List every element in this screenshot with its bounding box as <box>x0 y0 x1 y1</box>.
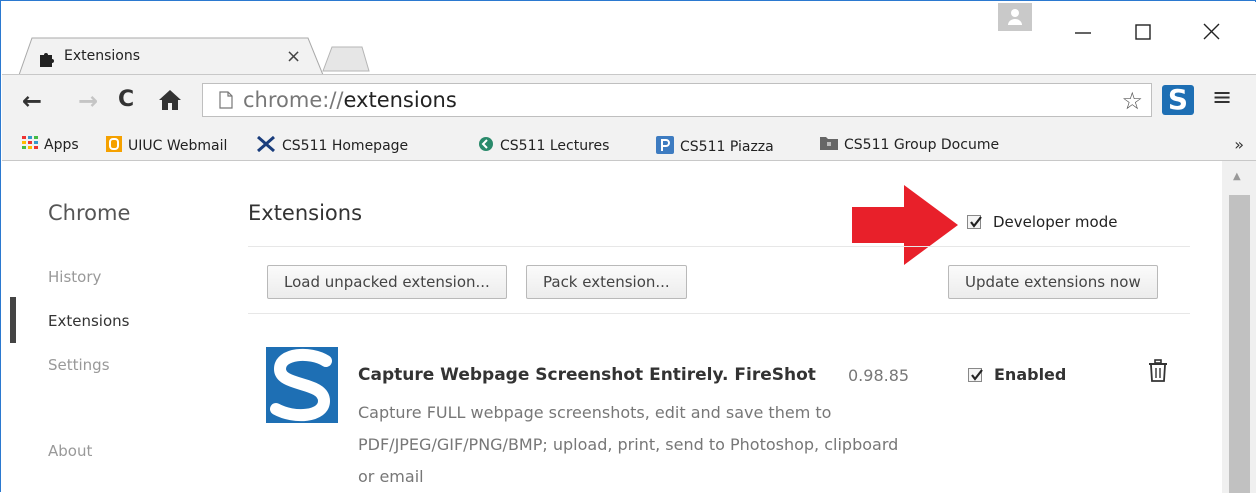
developer-mode-toggle[interactable]: Developer mode <box>967 213 1117 231</box>
chrome-menu-icon[interactable]: ≡ <box>1212 83 1232 111</box>
load-unpacked-button[interactable]: Load unpacked extension... <box>267 265 507 299</box>
bookmark-cs511-lectures[interactable]: CS511 Lectures <box>478 136 609 156</box>
bookmark-cs511-homepage[interactable]: CS511 Homepage <box>256 135 408 156</box>
page-icon <box>219 91 233 113</box>
trash-icon[interactable] <box>1148 359 1168 387</box>
scroll-thumb[interactable] <box>1229 195 1250 493</box>
apps-grid-icon <box>22 136 38 154</box>
new-tab-button[interactable] <box>322 46 370 72</box>
address-bar[interactable]: chrome://extensions ☆ <box>202 83 1152 117</box>
sidebar-item-about[interactable]: About <box>48 442 92 460</box>
tab-extensions[interactable]: Extensions × <box>18 37 324 75</box>
red-arrow-annotation <box>852 185 962 269</box>
extension-enabled-label: Enabled <box>994 365 1067 384</box>
extensions-page: Chrome History Extensions Settings About… <box>2 161 1222 493</box>
fireshot-extension-icon[interactable]: S <box>1162 85 1194 115</box>
extension-name: Capture Webpage Screenshot Entirely. Fir… <box>358 365 816 385</box>
tab-title: Extensions <box>64 48 141 64</box>
developer-mode-label: Developer mode <box>993 213 1118 231</box>
close-window-button[interactable] <box>1188 10 1234 42</box>
sidebar-active-marker <box>10 297 16 343</box>
scroll-up-icon[interactable]: ▲ <box>1233 171 1241 182</box>
bookmark-apps[interactable]: Apps <box>22 136 79 154</box>
home-icon[interactable] <box>158 89 182 117</box>
tab-close-icon[interactable]: × <box>286 46 301 67</box>
page-scrollbar[interactable]: ▲ <box>1222 161 1256 493</box>
bookmark-uiuc-webmail[interactable]: UIUC Webmail <box>106 136 227 156</box>
pack-extension-button[interactable]: Pack extension... <box>526 265 687 299</box>
extension-description: Capture FULL webpage screenshots, edit a… <box>358 403 899 486</box>
developer-mode-checkbox[interactable] <box>967 215 982 229</box>
maximize-button[interactable] <box>1120 10 1166 42</box>
scissors-icon <box>256 135 276 156</box>
page-title: Extensions <box>248 201 363 225</box>
folder-icon <box>820 136 838 154</box>
extension-version: 0.98.85 <box>848 366 910 385</box>
bookmark-cs511-piazza[interactable]: CS511 Piazza <box>656 136 774 158</box>
sidebar-item-extensions[interactable]: Extensions <box>48 312 129 330</box>
sidebar-title: Chrome <box>48 201 131 225</box>
divider <box>248 246 1190 247</box>
minimize-button[interactable] <box>1060 10 1106 42</box>
forward-arrow-icon[interactable]: → <box>78 87 98 115</box>
browser-toolbar: ← → C chrome://extensions ☆ S ≡ <box>2 74 1256 133</box>
url-text: chrome://extensions <box>243 88 457 112</box>
browser-window: Extensions × ← → C chrome://extensions ☆… <box>0 0 1256 493</box>
sidebar-item-history[interactable]: History <box>48 268 101 286</box>
bookmarks-overflow-icon[interactable]: » <box>1234 135 1244 154</box>
fireshot-logo-icon <box>266 347 338 423</box>
sidebar-item-settings[interactable]: Settings <box>48 356 110 374</box>
reload-icon[interactable]: C <box>118 87 134 112</box>
back-arrow-icon[interactable]: ← <box>22 87 42 115</box>
piazza-icon <box>656 136 674 158</box>
office-icon <box>106 136 122 156</box>
extension-enabled-checkbox[interactable] <box>968 368 983 382</box>
bookmark-star-icon[interactable]: ☆ <box>1121 87 1143 115</box>
title-bar: Extensions × <box>2 2 1256 75</box>
circle-arrow-icon <box>478 136 494 156</box>
extension-enabled-toggle[interactable]: Enabled <box>968 365 1066 384</box>
divider <box>248 313 1190 314</box>
update-extensions-button[interactable]: Update extensions now <box>948 265 1158 299</box>
profile-avatar-icon[interactable] <box>998 3 1032 31</box>
bookmarks-bar: Apps UIUC Webmail CS511 Homepage CS511 L… <box>2 132 1256 161</box>
bookmark-cs511-group-docs[interactable]: CS511 Group Docume <box>820 136 999 154</box>
